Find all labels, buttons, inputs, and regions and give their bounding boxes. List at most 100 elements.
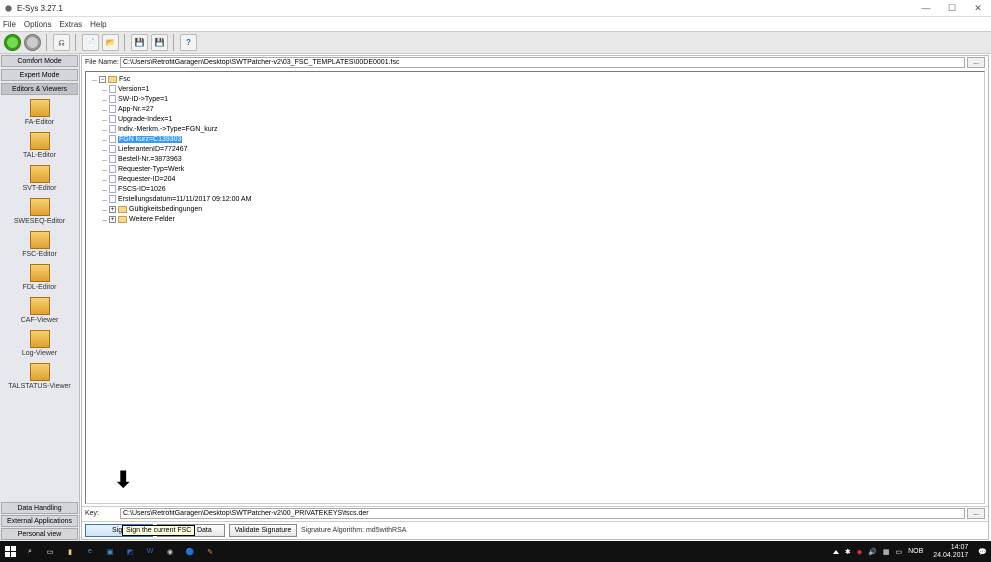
disconnect-button[interactable] (24, 34, 41, 51)
tree-toggle[interactable]: + (109, 206, 116, 213)
tray-battery-icon[interactable]: ▭ (895, 548, 902, 556)
toolbar: ⎌ 📄 📂 💾 💾 ? (0, 31, 991, 54)
menu-help[interactable]: Help (90, 20, 106, 29)
taskbar: ⌕ ▭ ▮ e ▣ ◩ W ◉ 🔵 ✎ ✱ ◆ 🔊 ▦ ▭ NOB 14:07 … (0, 541, 991, 562)
tree-leaf[interactable]: Erstellungsdatum=11/11/2017 09:12:00 AM (109, 195, 981, 205)
tray-icon-1[interactable]: ✱ (845, 548, 851, 556)
menu-options[interactable]: Options (24, 20, 52, 29)
fdl-editor-icon (30, 264, 50, 282)
folder-icon (108, 76, 117, 83)
browse-file-button[interactable]: ... (967, 57, 985, 68)
app-icon-2[interactable]: ✎ (200, 541, 220, 562)
minimize-button[interactable]: — (913, 1, 939, 16)
taskview-icon[interactable]: ▭ (40, 541, 60, 562)
maximize-button[interactable]: ☐ (939, 1, 965, 16)
window-title: E-Sys 3.27.1 (17, 4, 913, 13)
sidebar-item-talstatus-viewer[interactable]: TALSTATUS-Viewer (0, 360, 79, 393)
tree-leaf[interactable]: FGN kurz=C139303 (109, 135, 981, 145)
tray-icon-2[interactable]: ◆ (857, 548, 862, 556)
tree-leaf[interactable]: Requester-Typ=Werk (109, 165, 981, 175)
caf-viewer-icon (30, 297, 50, 315)
tree-toggle[interactable]: − (99, 76, 106, 83)
tree-leaf[interactable]: Upgrade-Index=1 (109, 115, 981, 125)
tree-area[interactable]: − Fsc Version=1SW-ID->Type=1App-Nr.=27Upg… (85, 71, 985, 504)
tree-toggle[interactable]: + (109, 216, 116, 223)
tray-lang[interactable]: NOB (908, 548, 923, 555)
explorer-icon[interactable]: ▮ (60, 541, 80, 562)
tab-external-apps[interactable]: External Applications (1, 515, 78, 527)
browse-key-button[interactable]: ... (967, 508, 985, 519)
store-icon[interactable]: ▣ (100, 541, 120, 562)
sidebar-item-log-viewer[interactable]: Log-Viewer (0, 327, 79, 360)
tab-personal-view[interactable]: Personal view (1, 528, 78, 540)
sidebar-item-fdl-editor[interactable]: FDL-Editor (0, 261, 79, 294)
connect-button[interactable] (4, 34, 21, 51)
tree-folder[interactable]: +Gültigkeitsbedingungen (109, 205, 981, 215)
start-button[interactable] (0, 541, 20, 562)
sign-tooltip: Sign the current FSC (122, 525, 195, 536)
search-icon[interactable]: ⌕ (20, 541, 40, 562)
key-row: Key: ... (82, 506, 988, 521)
edge-icon[interactable]: e (80, 541, 100, 562)
tree-leaf[interactable]: Requester-ID=204 (109, 175, 981, 185)
tree-leaf[interactable]: Indiv.-Merkm.->Type=FGN_kurz (109, 125, 981, 135)
esys-taskbar-icon[interactable]: ◉ (160, 541, 180, 562)
open-button[interactable]: 📂 (102, 34, 119, 51)
file-name-row: File Name: ... (82, 56, 988, 69)
saveas-button[interactable]: 💾 (151, 34, 168, 51)
leaf-icon (109, 125, 116, 133)
tab-editors-viewers[interactable]: Editors & Viewers (1, 83, 78, 95)
taskbar-clock[interactable]: 14:07 24.04.2017 (929, 544, 972, 560)
tab-data-handling[interactable]: Data Handling (1, 502, 78, 514)
menu-file[interactable]: File (3, 20, 16, 29)
chrome-icon[interactable]: 🔵 (180, 541, 200, 562)
tree-root[interactable]: Fsc (119, 76, 130, 83)
sidebar-item-sweseq-editor[interactable]: SWESEQ-Editor (0, 195, 79, 228)
sidebar-item-caf-viewer[interactable]: CAF-Viewer (0, 294, 79, 327)
validate-signature-button[interactable]: Validate Signature (229, 524, 297, 537)
fa-editor-icon (30, 99, 50, 117)
leaf-icon (109, 135, 116, 143)
tree-leaf[interactable]: App-Nr.=27 (109, 105, 981, 115)
titlebar: E-Sys 3.27.1 — ☐ ✕ (0, 0, 991, 17)
actions-row: Sign Validate Data Validate Signature Si… (82, 521, 988, 539)
outlook-icon[interactable]: ◩ (120, 541, 140, 562)
tab-comfort-mode[interactable]: Comfort Mode (1, 55, 78, 67)
toolbar-btn-1[interactable]: ⎌ (53, 34, 70, 51)
tray-network-icon[interactable]: ▦ (883, 548, 890, 556)
key-input[interactable] (120, 508, 965, 519)
leaf-icon (109, 85, 116, 93)
close-button[interactable]: ✕ (965, 1, 991, 16)
tree-leaf[interactable]: LieferantenID=772467 (109, 145, 981, 155)
sidebar-iconlist: FA-Editor TAL-Editor SVT-Editor SWESEQ-E… (0, 96, 79, 501)
tree-folder[interactable]: +Weitere Felder (109, 215, 981, 225)
sweseq-editor-icon (30, 198, 50, 216)
tree-leaf[interactable]: Bestell-Nr.=3873963 (109, 155, 981, 165)
tree-leaf[interactable]: SW-ID->Type=1 (109, 95, 981, 105)
tree-leaf[interactable]: FSCS-ID=1026 (109, 185, 981, 195)
file-name-input[interactable] (120, 57, 965, 68)
tab-expert-mode[interactable]: Expert Mode (1, 69, 78, 81)
tray-expand-icon[interactable] (833, 550, 839, 554)
file-name-label: File Name: (85, 59, 120, 66)
sidebar: Comfort Mode Expert Mode Editors & Viewe… (0, 54, 80, 541)
menu-extras[interactable]: Extras (59, 20, 82, 29)
save-button[interactable]: 💾 (131, 34, 148, 51)
talstatus-viewer-icon (30, 363, 50, 381)
leaf-icon (109, 165, 116, 173)
leaf-icon (109, 185, 116, 193)
leaf-icon (109, 155, 116, 163)
sidebar-item-fa-editor[interactable]: FA-Editor (0, 96, 79, 129)
key-label: Key: (85, 510, 120, 517)
notifications-icon[interactable]: 💬 (978, 548, 987, 556)
sidebar-item-svt-editor[interactable]: SVT-Editor (0, 162, 79, 195)
log-viewer-icon (30, 330, 50, 348)
tree-leaf[interactable]: Version=1 (109, 85, 981, 95)
help-button[interactable]: ? (180, 34, 197, 51)
tray-volume-icon[interactable]: 🔊 (868, 548, 877, 556)
word-icon[interactable]: W (140, 541, 160, 562)
folder-icon (118, 216, 127, 223)
sidebar-item-fsc-editor[interactable]: FSC-Editor (0, 228, 79, 261)
sidebar-item-tal-editor[interactable]: TAL-Editor (0, 129, 79, 162)
new-button[interactable]: 📄 (82, 34, 99, 51)
